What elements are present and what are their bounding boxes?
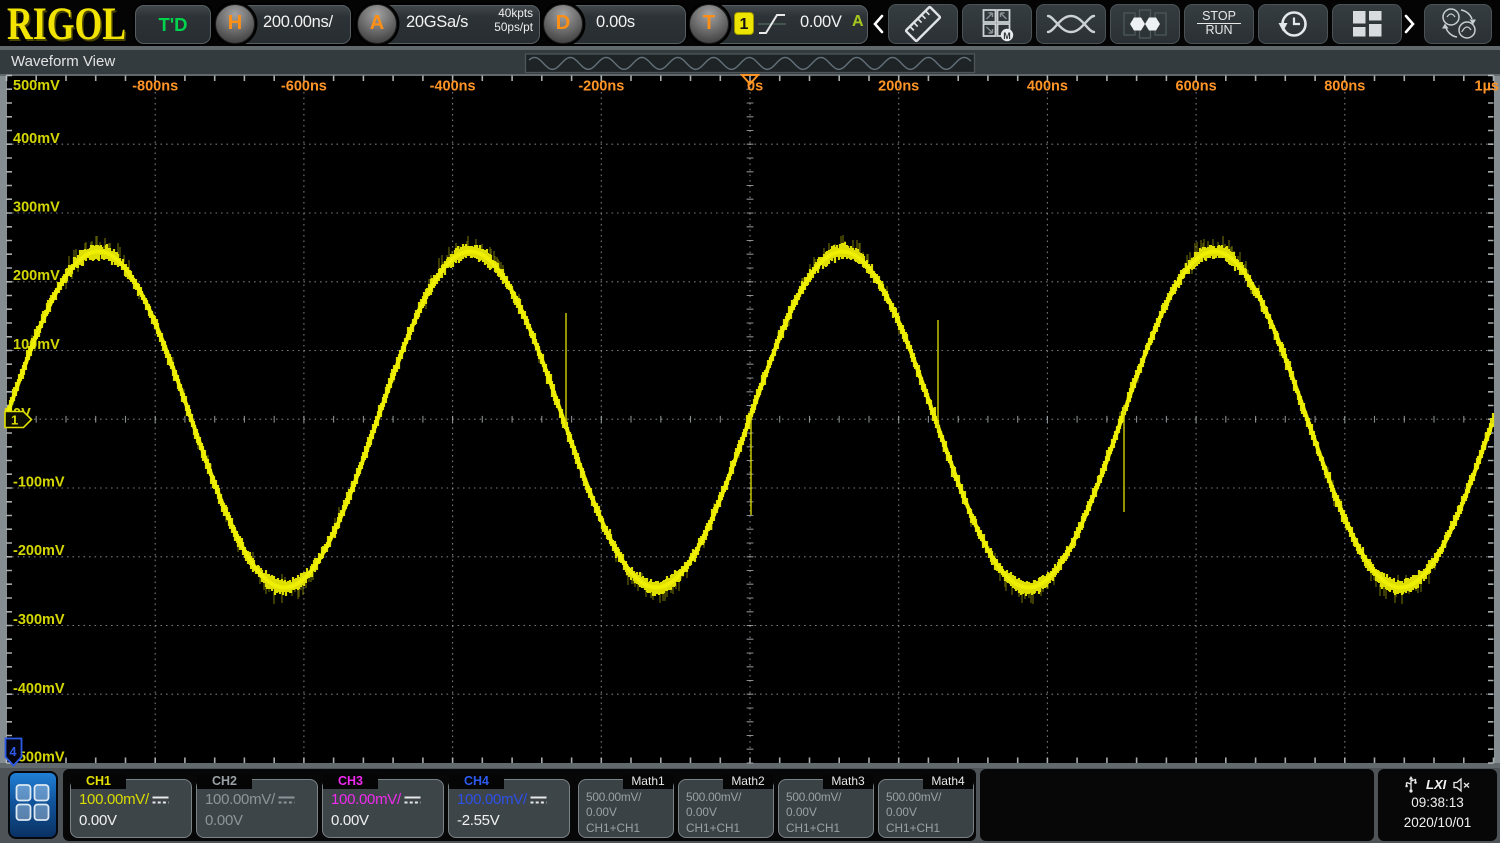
svg-text:1µs: 1µs	[1475, 79, 1499, 95]
svg-text:400ns: 400ns	[1027, 79, 1068, 95]
svg-text:-200ns: -200ns	[578, 79, 624, 95]
svg-text:4: 4	[10, 745, 17, 759]
svg-text:200mV: 200mV	[13, 268, 60, 284]
svg-text:-100mV: -100mV	[13, 475, 65, 491]
svg-text:-800ns: -800ns	[132, 79, 178, 95]
svg-text:400mV: 400mV	[13, 131, 60, 147]
svg-text:-400mV: -400mV	[13, 681, 65, 697]
svg-text:LXI: LXI	[1426, 777, 1447, 792]
svg-text:1: 1	[11, 413, 18, 428]
svg-text:600ns: 600ns	[1176, 79, 1217, 95]
svg-text:300mV: 300mV	[13, 200, 60, 216]
svg-text:500mV: 500mV	[13, 78, 60, 94]
svg-text:-300mV: -300mV	[13, 612, 65, 628]
svg-text:-600ns: -600ns	[281, 79, 327, 95]
svg-text:200ns: 200ns	[878, 79, 919, 95]
svg-text:800ns: 800ns	[1324, 79, 1365, 95]
svg-text:0s: 0s	[747, 79, 763, 95]
svg-text:-200mV: -200mV	[13, 543, 65, 559]
svg-text:-400ns: -400ns	[430, 79, 476, 95]
